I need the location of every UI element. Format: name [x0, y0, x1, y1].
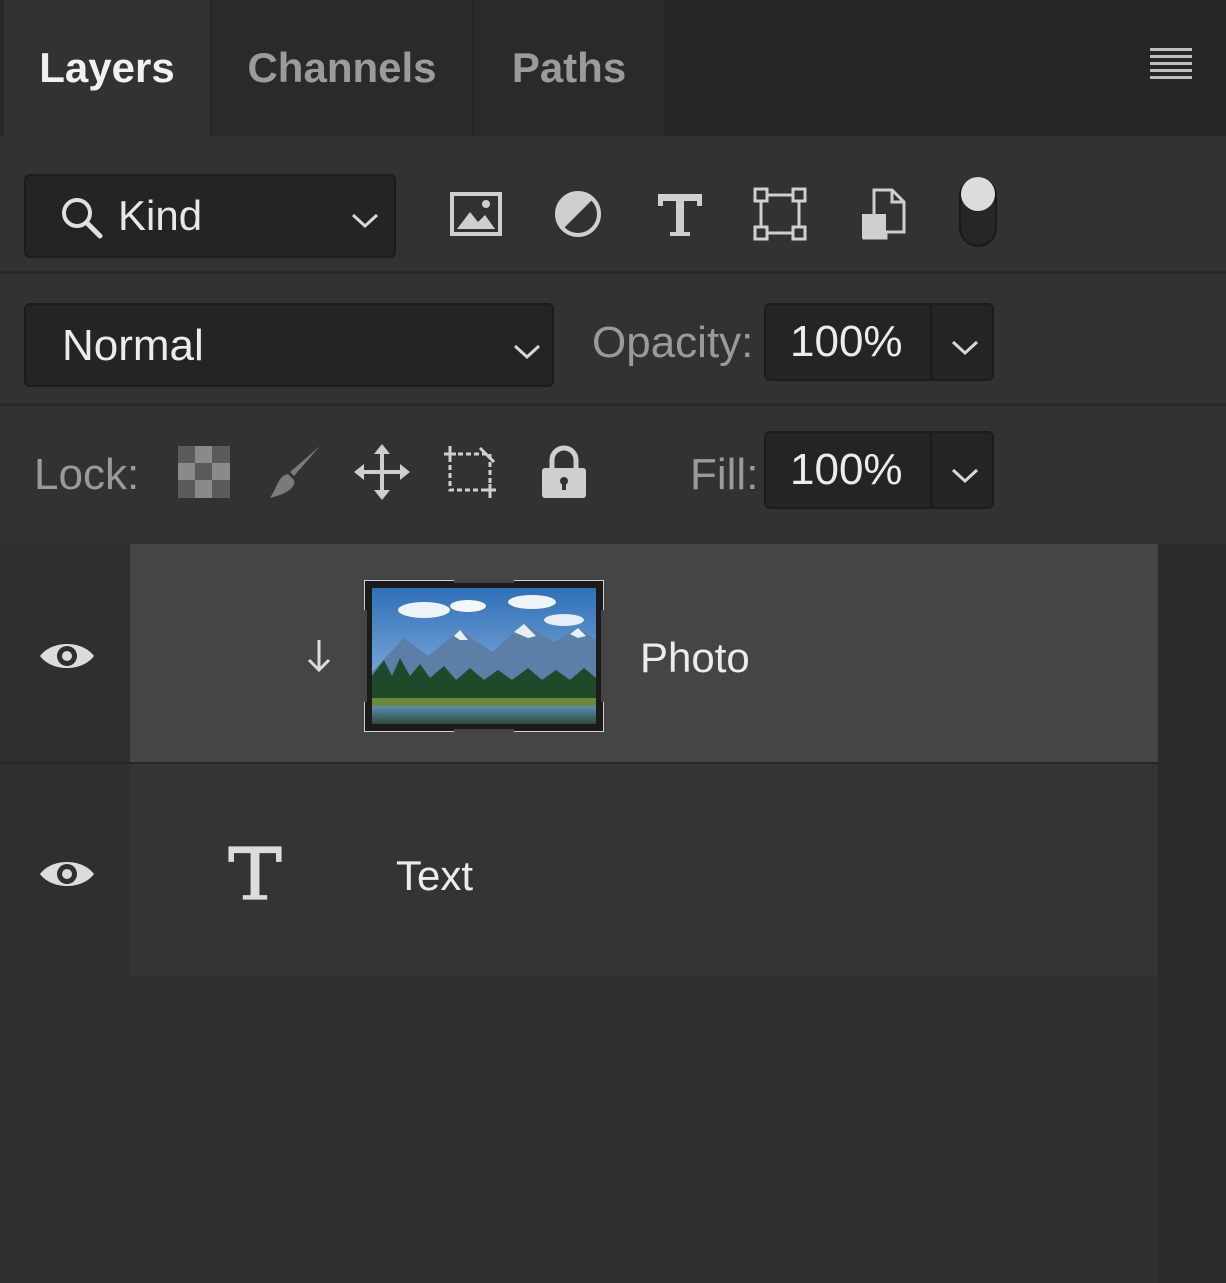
chevron-down-icon — [351, 213, 379, 229]
blend-row: Normal Opacity: — [0, 274, 1226, 406]
chevron-down-icon — [513, 344, 541, 360]
image-filter-icon[interactable] — [448, 186, 504, 242]
lock-label: Lock: — [34, 450, 140, 499]
eye-icon[interactable] — [38, 856, 96, 892]
layer-thumbnail[interactable] — [364, 580, 604, 732]
lock-image-pixels-icon[interactable] — [264, 442, 324, 502]
adjustment-filter-icon[interactable] — [550, 186, 606, 242]
layer-name[interactable]: Text — [396, 852, 473, 900]
opacity-value[interactable]: 100% — [790, 317, 903, 367]
field-divider — [930, 305, 932, 379]
filter-kind-label: Kind — [118, 192, 203, 239]
chevron-down-icon[interactable] — [950, 337, 980, 357]
lock-transparent-pixels-icon[interactable] — [174, 442, 234, 502]
layer-row-text[interactable]: Text — [0, 764, 1158, 976]
visibility-cell[interactable] — [0, 544, 128, 762]
filter-row: Kind — [0, 136, 1226, 274]
smart-object-filter-icon[interactable] — [854, 186, 910, 242]
tab-layers[interactable]: Layers — [4, 0, 210, 136]
tab-bar: Layers Channels Paths — [0, 0, 1226, 136]
layers-list: Photo Text — [0, 544, 1226, 1283]
type-filter-icon[interactable] — [652, 186, 708, 242]
shape-filter-icon[interactable] — [752, 186, 808, 242]
search-icon — [62, 198, 103, 239]
clipping-arrow-icon — [307, 640, 331, 673]
opacity-field[interactable]: 100% — [764, 303, 994, 381]
lock-row: Lock: Fill: — [0, 406, 1226, 544]
layer-row-photo[interactable]: Photo — [0, 544, 1158, 762]
layer-body[interactable]: Photo — [130, 544, 1158, 762]
lock-all-icon[interactable] — [534, 442, 594, 502]
tab-channels[interactable]: Channels — [212, 0, 472, 136]
layers-panel: Layers Channels Paths Kind Normal Opacit… — [0, 0, 1226, 1283]
scrollbar-track[interactable] — [1158, 544, 1226, 1283]
fill-value[interactable]: 100% — [790, 445, 903, 495]
eye-icon[interactable] — [38, 638, 96, 674]
blend-mode-label: Normal — [62, 321, 204, 370]
blend-mode-dropdown[interactable]: Normal — [24, 303, 554, 387]
layer-name[interactable]: Photo — [640, 634, 750, 682]
fill-label: Fill: — [690, 450, 759, 499]
filter-toggle-switch[interactable] — [956, 174, 1000, 250]
opacity-label: Opacity: — [592, 318, 754, 367]
panel-menu-icon[interactable] — [1146, 46, 1196, 86]
type-layer-icon — [228, 846, 282, 900]
filter-kind-dropdown[interactable]: Kind — [24, 174, 396, 258]
field-divider — [930, 433, 932, 507]
layer-body[interactable]: Text — [130, 764, 1158, 976]
lock-position-icon[interactable] — [352, 442, 412, 502]
tab-paths[interactable]: Paths — [474, 0, 664, 136]
fill-field[interactable]: 100% — [764, 431, 994, 509]
chevron-down-icon[interactable] — [950, 465, 980, 485]
visibility-cell[interactable] — [0, 764, 128, 976]
lock-artboard-icon[interactable] — [440, 442, 500, 502]
